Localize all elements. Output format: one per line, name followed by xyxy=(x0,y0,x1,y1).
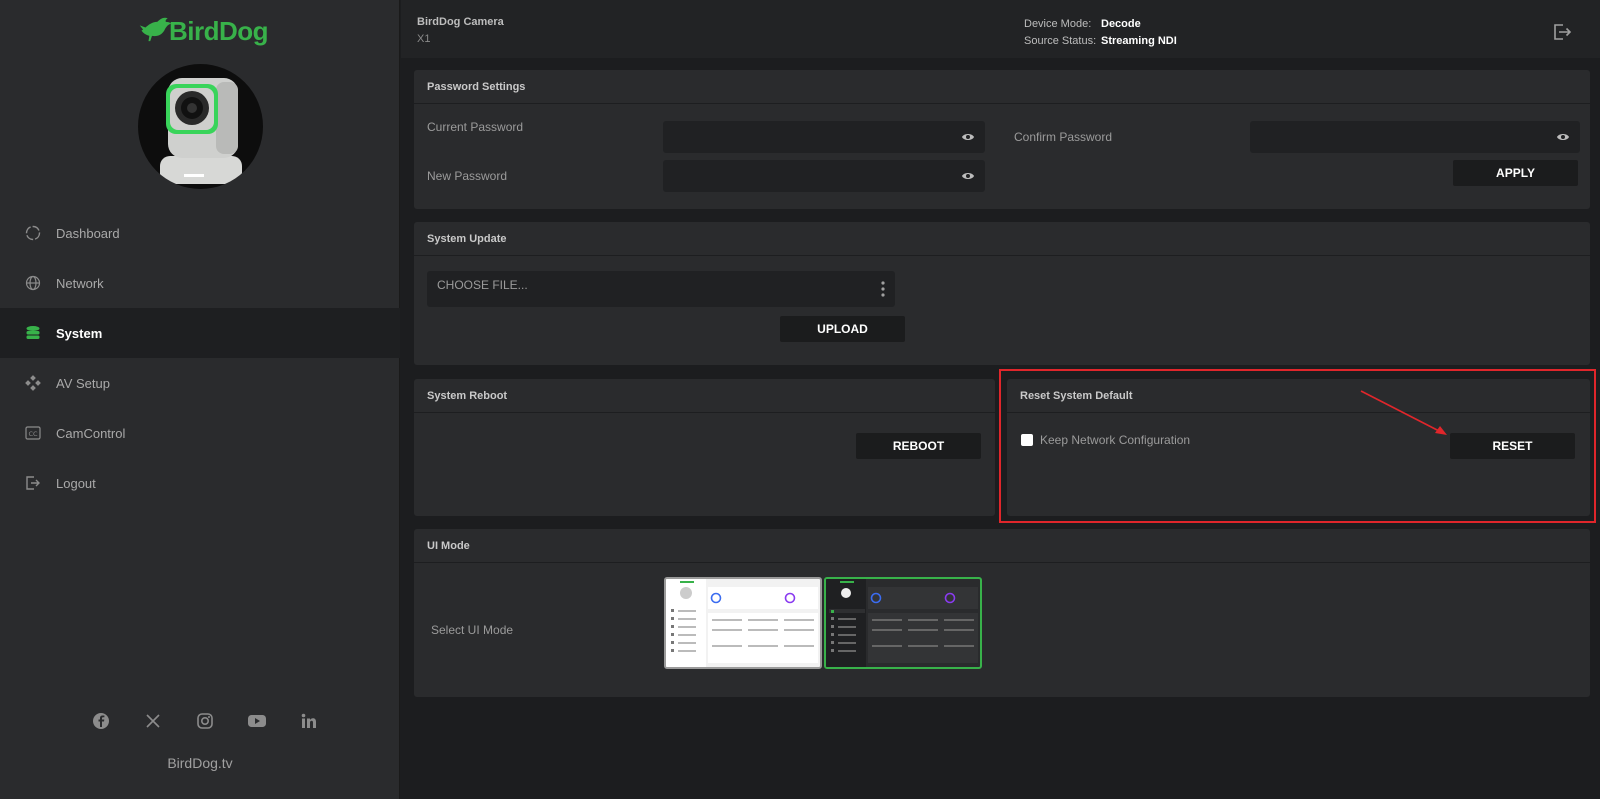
sidebar-nav: Dashboard Network System AV Setup CC Cam… xyxy=(0,208,400,508)
password-settings-panel: Password Settings Current Password New P… xyxy=(414,70,1590,209)
apply-button[interactable]: APPLY xyxy=(1453,160,1578,186)
camera-avatar xyxy=(138,64,263,189)
system-update-panel: System Update CHOOSE FILE... UPLOAD xyxy=(414,222,1590,365)
linkedin-icon[interactable] xyxy=(298,710,320,732)
sidebar-item-logout[interactable]: Logout xyxy=(0,458,400,508)
sidebar: BirdDog Dashboard Network System AV Setu… xyxy=(0,0,400,799)
panel-title: System Reboot xyxy=(414,379,995,413)
eye-icon[interactable] xyxy=(961,131,975,143)
header-logout-button[interactable] xyxy=(1552,22,1572,42)
sidebar-item-label: System xyxy=(56,325,103,341)
camera-name: BirdDog Camera xyxy=(417,16,504,28)
ui-mode-light-option[interactable] xyxy=(664,577,822,669)
brand-name: BirdDog xyxy=(168,15,269,46)
logout-icon xyxy=(1554,24,1572,40)
source-status-label: Source Status: xyxy=(1024,35,1097,47)
device-mode-label: Device Mode: xyxy=(1024,18,1092,30)
sidebar-item-label: Logout xyxy=(56,475,96,491)
more-options-icon[interactable] xyxy=(881,281,885,297)
current-password-field[interactable] xyxy=(663,121,985,153)
logout-icon xyxy=(24,474,42,492)
eye-icon[interactable] xyxy=(961,170,975,182)
sidebar-item-av-setup[interactable]: AV Setup xyxy=(0,358,400,408)
device-mode-value: Decode xyxy=(1101,18,1141,30)
sidebar-item-label: AV Setup xyxy=(56,375,110,391)
panel-title: System Update xyxy=(414,222,1590,256)
ui-mode-panel: UI Mode Select UI Mode xyxy=(414,529,1590,697)
site-link[interactable]: BirdDog.tv xyxy=(0,755,400,771)
reboot-button[interactable]: REBOOT xyxy=(856,433,981,459)
sidebar-item-dashboard[interactable]: Dashboard xyxy=(0,208,400,258)
camera-model: X1 xyxy=(417,33,431,45)
ui-mode-dark-option[interactable] xyxy=(824,577,982,669)
panel-title: UI Mode xyxy=(414,529,1590,563)
sidebar-item-network[interactable]: Network xyxy=(0,258,400,308)
device-status-values: Decode Streaming NDI xyxy=(1101,16,1177,50)
top-header: BirdDog Camera X1 Device Mode: Source St… xyxy=(401,0,1600,58)
youtube-icon[interactable] xyxy=(246,710,268,732)
device-status-labels: Device Mode: Source Status: xyxy=(1024,16,1096,50)
globe-icon xyxy=(24,274,42,292)
eye-icon[interactable] xyxy=(1556,131,1570,143)
dashboard-icon xyxy=(24,224,42,242)
highlight-box xyxy=(999,369,1596,523)
bird-icon xyxy=(139,17,172,42)
source-status-value: Streaming NDI xyxy=(1101,35,1177,47)
choose-file-field[interactable]: CHOOSE FILE... xyxy=(427,271,895,307)
svg-text:CC: CC xyxy=(28,430,38,438)
database-icon xyxy=(24,324,42,342)
choose-file-label: CHOOSE FILE... xyxy=(437,278,528,292)
cc-icon: CC xyxy=(24,424,42,442)
sidebar-item-label: Network xyxy=(56,275,104,291)
new-password-field[interactable] xyxy=(663,160,985,192)
sidebar-item-system[interactable]: System xyxy=(0,308,400,358)
x-icon[interactable] xyxy=(142,710,164,732)
instagram-icon[interactable] xyxy=(194,710,216,732)
sidebar-item-label: CamControl xyxy=(56,425,126,441)
confirm-password-label: Confirm Password xyxy=(1014,130,1113,144)
select-ui-mode-label: Select UI Mode xyxy=(431,623,514,637)
facebook-icon[interactable] xyxy=(90,710,112,732)
upload-button[interactable]: UPLOAD xyxy=(780,316,905,342)
current-password-label: Current Password xyxy=(427,120,524,134)
panel-title: Password Settings xyxy=(414,70,1590,104)
sidebar-item-camcontrol[interactable]: CC CamControl xyxy=(0,408,400,458)
new-password-label: New Password xyxy=(427,169,508,183)
system-reboot-panel: System Reboot REBOOT xyxy=(414,379,995,516)
av-setup-icon xyxy=(24,374,42,392)
social-links xyxy=(90,710,320,732)
annotation-arrow xyxy=(1360,390,1447,435)
confirm-password-field[interactable] xyxy=(1250,121,1580,153)
birddog-logo[interactable]: BirdDog xyxy=(138,8,269,48)
sidebar-item-label: Dashboard xyxy=(56,225,120,241)
